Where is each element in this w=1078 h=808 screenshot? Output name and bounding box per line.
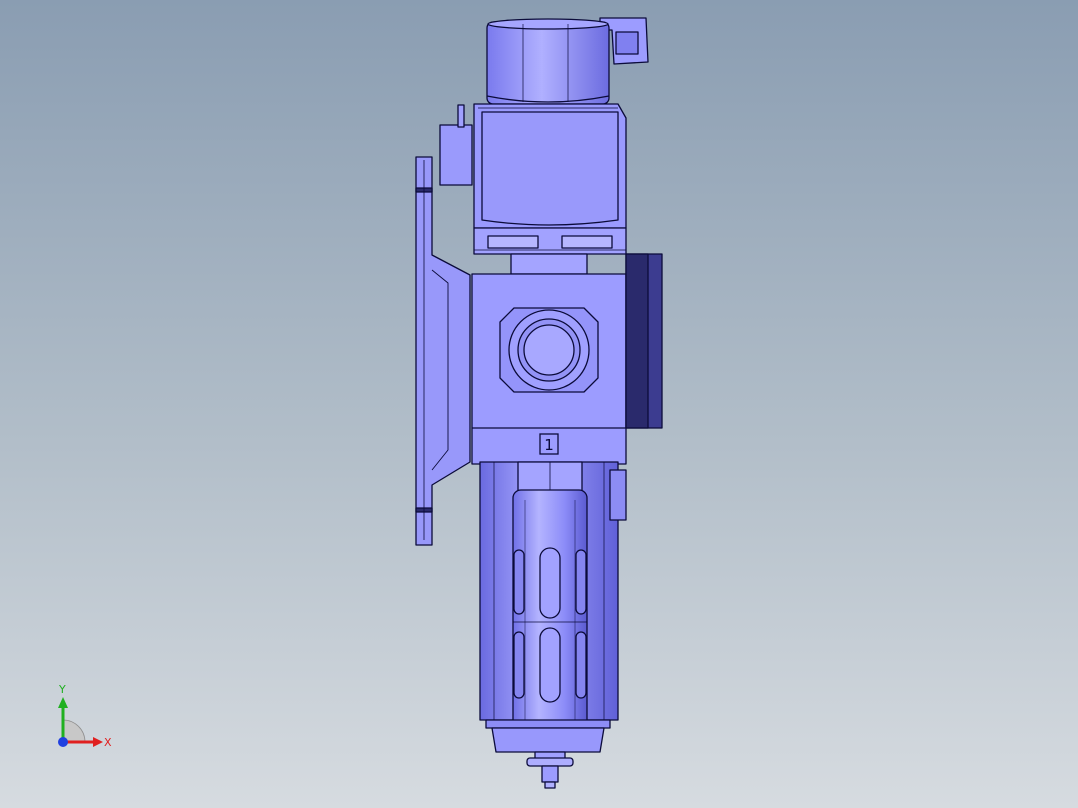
adjustment-knob[interactable] — [486, 17, 649, 105]
coordinate-triad: Y X — [58, 683, 112, 749]
x-axis-label: X — [104, 736, 112, 749]
part-number-text: 1 — [544, 436, 554, 454]
y-arrow-icon — [58, 697, 68, 708]
cad-viewport[interactable]: 1 Y X — [0, 0, 1078, 808]
inlet-port[interactable] — [499, 307, 599, 393]
y-axis-label: Y — [58, 683, 66, 696]
z-axis-icon — [58, 737, 68, 747]
filter-bowl — [479, 461, 627, 753]
drain-valve[interactable] — [526, 751, 574, 789]
filter-regulator-model[interactable]: 1 — [0, 0, 1078, 808]
mounting-bracket — [415, 104, 473, 546]
x-arrow-icon — [93, 737, 103, 747]
regulator-bonnet — [473, 103, 627, 255]
